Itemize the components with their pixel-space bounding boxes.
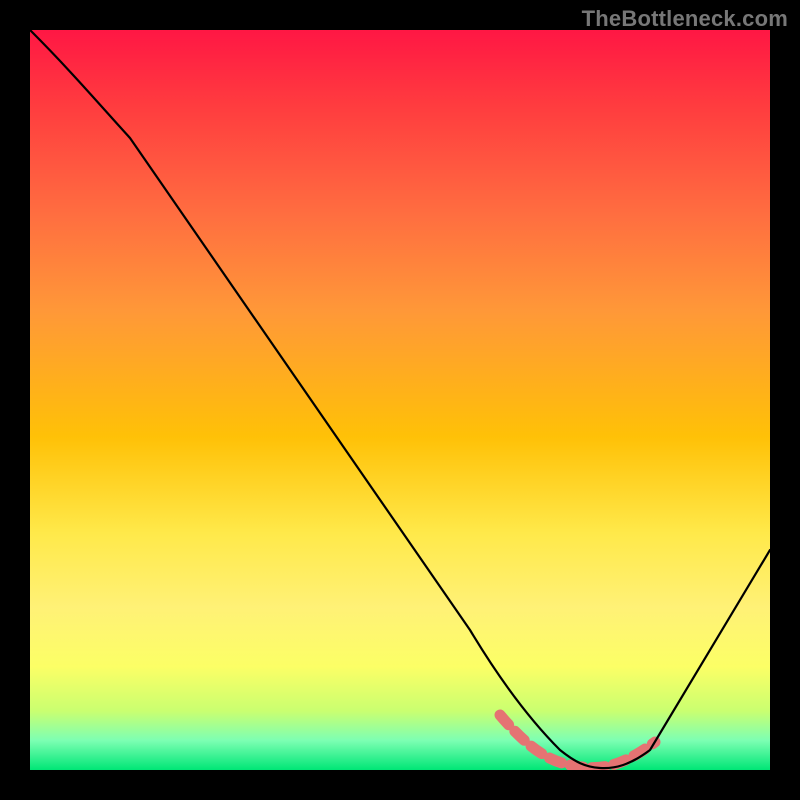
watermark-text: TheBottleneck.com [582, 6, 788, 32]
plot-area [30, 30, 770, 770]
optimal-range-highlight [500, 715, 655, 768]
curve-svg [30, 30, 770, 770]
chart-frame: TheBottleneck.com [0, 0, 800, 800]
bottleneck-curve [30, 30, 770, 768]
